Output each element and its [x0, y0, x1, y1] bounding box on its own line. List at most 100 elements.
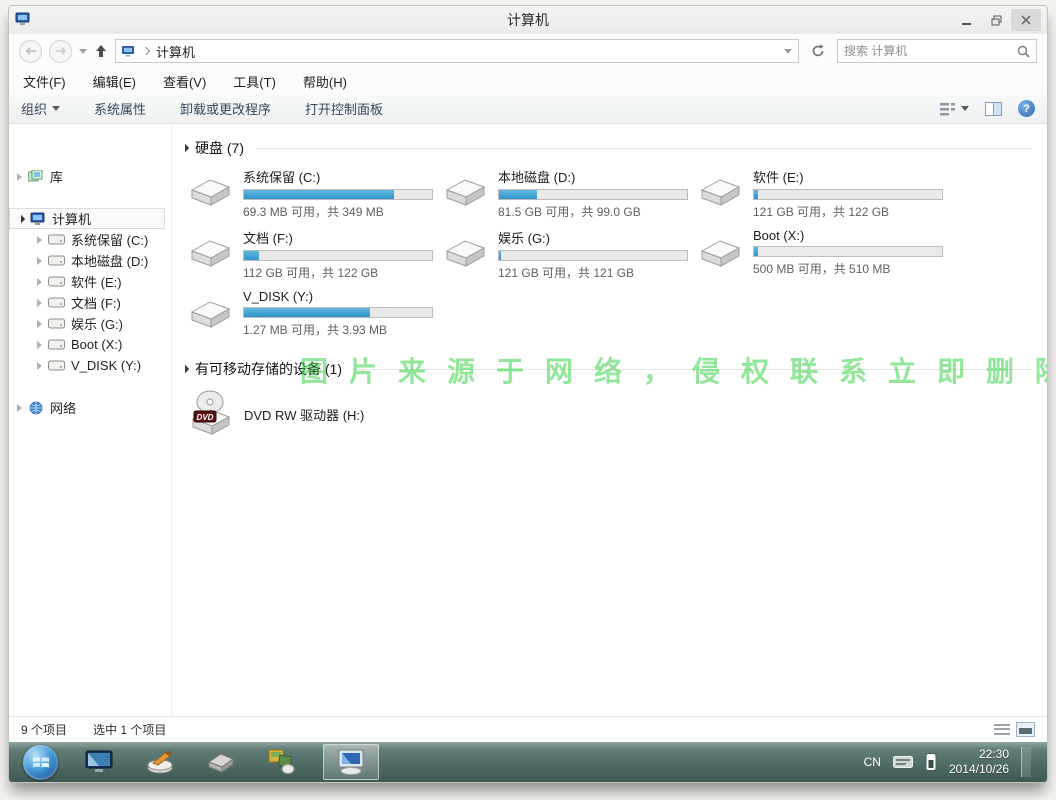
group-header-removable[interactable]: 有可移动存储的设备 (1) [182, 359, 1031, 379]
taskbar-app-computer-active[interactable] [323, 744, 379, 780]
drive-item-y[interactable]: V_DISK (Y:) 1.27 MB 可用，共 3.93 MB [186, 289, 441, 339]
collapse-icon[interactable] [17, 214, 25, 222]
battery-tray-icon[interactable] [925, 752, 937, 772]
minimize-button[interactable] [951, 9, 981, 31]
start-button[interactable] [23, 745, 58, 780]
capacity-fill [754, 247, 758, 256]
expand-icon[interactable] [37, 341, 42, 349]
cleanup-tool-icon [145, 749, 175, 775]
expand-icon[interactable] [37, 236, 42, 244]
menu-tools[interactable]: 工具(T) [233, 72, 276, 91]
hard-drive-icon [696, 236, 744, 270]
drive-grid: 系统保留 (C:) 69.3 MB 可用，共 349 MB 本地磁盘 (D:) … [186, 167, 1031, 339]
taskbar-clock[interactable]: 22:30 2014/10/26 [949, 747, 1009, 777]
navigation-bar: 计算机 [9, 34, 1047, 68]
show-desktop-button[interactable] [1021, 747, 1031, 777]
recent-pages-dropdown[interactable] [79, 49, 87, 54]
sidebar-item-drive-e[interactable]: 软件 (E:) [9, 271, 171, 292]
expand-icon[interactable] [37, 320, 42, 328]
expand-icon[interactable] [37, 362, 42, 370]
restore-button[interactable] [981, 9, 1011, 31]
sidebar-item-drive-f[interactable]: 文档 (F:) [9, 292, 171, 313]
help-button[interactable] [1018, 100, 1035, 117]
back-button[interactable] [19, 40, 42, 63]
drive-caption: 1.27 MB 可用，共 3.93 MB [243, 321, 433, 338]
drive-item-x[interactable]: Boot (X:) 500 MB 可用，共 510 MB [696, 228, 951, 278]
taskbar-app-cleanup-tool[interactable] [140, 744, 180, 780]
expand-icon[interactable] [17, 404, 22, 412]
up-button[interactable] [94, 44, 108, 58]
details-view-button[interactable] [994, 723, 1010, 736]
search-input[interactable] [844, 44, 1017, 58]
dvd-drive-item[interactable]: DVD DVD RW 驱动器 (H:) [186, 388, 1031, 440]
forward-button[interactable] [49, 40, 72, 63]
system-properties-button[interactable]: 系统属性 [94, 99, 146, 118]
sidebar-item-drive-d[interactable]: 本地磁盘 (D:) [9, 250, 171, 271]
drive-item-e[interactable]: 软件 (E:) 121 GB 可用，共 122 GB [696, 167, 951, 217]
address-dropdown-icon[interactable] [784, 49, 792, 54]
capacity-fill [244, 190, 394, 199]
close-button[interactable] [1011, 9, 1041, 31]
sidebar-item-computer[interactable]: 计算机 [9, 208, 165, 229]
group-header-hard-disks[interactable]: 硬盘 (7) [182, 138, 1031, 158]
views-icon [940, 102, 956, 116]
command-bar: 组织 系统属性 卸载或更改程序 打开控制面板 [9, 94, 1047, 124]
expand-icon[interactable] [37, 278, 42, 286]
drive-item-f[interactable]: 文档 (F:) 112 GB 可用，共 122 GB [186, 228, 441, 278]
sidebar-item-libraries[interactable]: 库 [9, 166, 171, 187]
breadcrumb[interactable]: 计算机 [156, 42, 195, 61]
computer-icon [30, 212, 46, 225]
expand-icon[interactable] [37, 257, 42, 265]
drive-item-c[interactable]: 系统保留 (C:) 69.3 MB 可用，共 349 MB [186, 167, 441, 217]
organize-button[interactable]: 组织 [21, 99, 60, 118]
capacity-fill [499, 190, 537, 199]
views-button[interactable] [940, 102, 969, 116]
sidebar-item-drive-y[interactable]: V_DISK (Y:) [9, 355, 171, 376]
drive-name: 本地磁盘 (D:) [498, 167, 688, 186]
menu-help[interactable]: 帮助(H) [303, 72, 347, 91]
uninstall-program-button[interactable]: 卸载或更改程序 [180, 99, 271, 118]
sidebar-item-label: 库 [50, 167, 63, 186]
control-panel-button[interactable]: 打开控制面板 [305, 99, 383, 118]
computer-app-icon [335, 748, 367, 776]
expand-icon[interactable] [17, 173, 22, 181]
taskbar-app-drive[interactable] [201, 744, 241, 780]
hard-drive-icon [186, 175, 234, 209]
hard-drive-icon [186, 236, 234, 270]
sidebar-item-network[interactable]: 网络 [9, 397, 171, 418]
sidebar-item-drive-g[interactable]: 娱乐 (G:) [9, 313, 171, 334]
views-dropdown-icon [961, 106, 969, 111]
menu-file[interactable]: 文件(F) [23, 72, 66, 91]
keyboard-tray-icon[interactable] [893, 756, 913, 768]
clock-date: 2014/10/26 [949, 762, 1009, 777]
drive-icon [48, 297, 65, 308]
capacity-bar [243, 250, 433, 261]
sidebar-item-label: V_DISK (Y:) [71, 358, 141, 373]
language-indicator[interactable]: CN [864, 755, 881, 769]
preview-pane-button[interactable] [985, 102, 1002, 116]
refresh-button[interactable] [806, 39, 830, 63]
menu-edit[interactable]: 编辑(E) [93, 72, 136, 91]
window-title: 计算机 [9, 10, 1047, 30]
sidebar-item-drive-c[interactable]: 系统保留 (C:) [9, 229, 171, 250]
drive-item-d[interactable]: 本地磁盘 (D:) 81.5 GB 可用，共 99.0 GB [441, 167, 696, 217]
sidebar-item-label: 计算机 [52, 209, 91, 228]
organize-dropdown-icon [52, 106, 60, 111]
menu-view[interactable]: 查看(V) [163, 72, 206, 91]
breadcrumb-separator [142, 47, 150, 55]
search-box[interactable] [837, 39, 1037, 63]
clock-time: 22:30 [949, 747, 1009, 762]
menu-bar: 文件(F) 编辑(E) 查看(V) 工具(T) 帮助(H) [9, 68, 1047, 94]
expand-icon[interactable] [37, 299, 42, 307]
taskbar-app-media[interactable] [262, 744, 302, 780]
address-bar[interactable]: 计算机 [115, 39, 799, 63]
sidebar-item-drive-x[interactable]: Boot (X:) [9, 334, 171, 355]
sidebar-item-label: Boot (X:) [71, 337, 122, 352]
taskbar-app-display[interactable] [79, 744, 119, 780]
thumbnail-view-button[interactable] [1016, 722, 1035, 737]
close-icon [1021, 15, 1031, 25]
drive-icon [48, 339, 65, 350]
drive-item-g[interactable]: 娱乐 (G:) 121 GB 可用，共 121 GB [441, 228, 696, 278]
status-bar: 9 个项目 选中 1 个项目 [9, 716, 1047, 742]
media-app-icon [267, 748, 297, 776]
